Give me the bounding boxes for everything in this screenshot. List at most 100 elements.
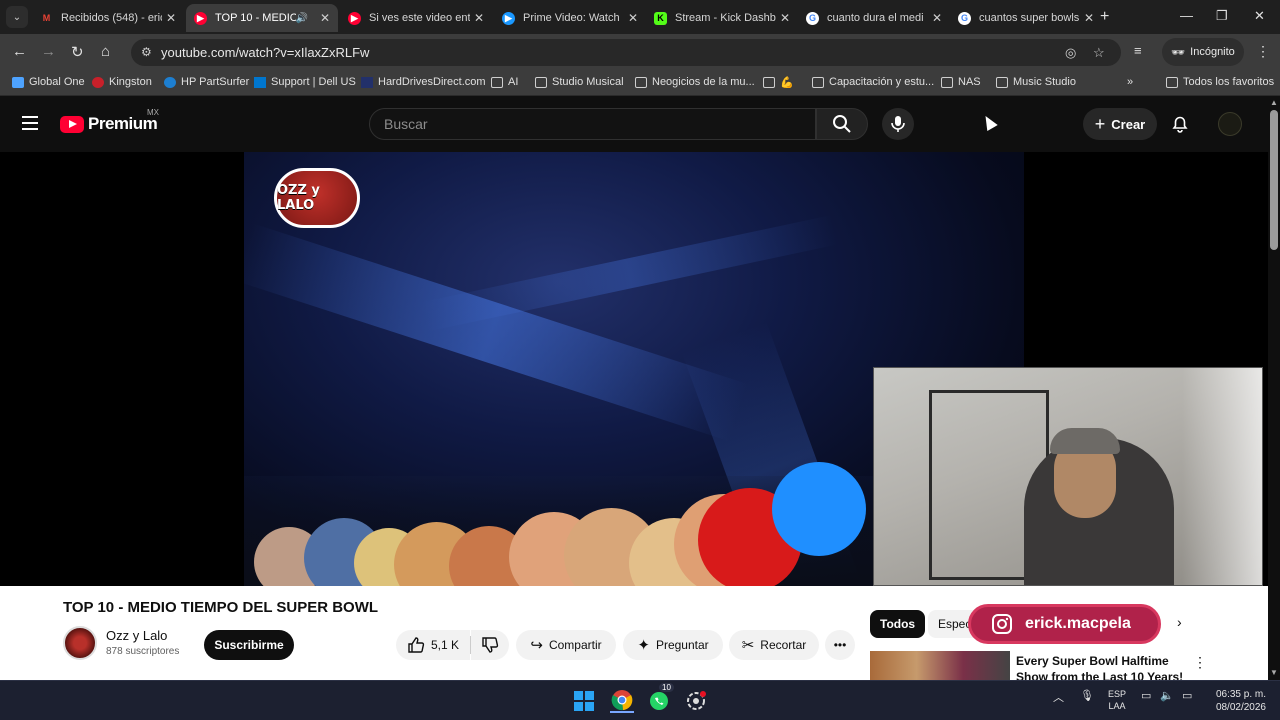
account-avatar[interactable] — [1218, 112, 1242, 136]
restore-button[interactable]: ❐ — [1216, 8, 1228, 24]
dislike-button[interactable] — [471, 630, 509, 660]
google-icon: G — [958, 11, 971, 25]
microphone-tray-icon[interactable]: 🎙 — [1080, 689, 1094, 702]
clip-button[interactable]: ✂ Recortar — [729, 630, 819, 660]
tab-google[interactable]: G cuanto dura el medi ✕ — [798, 4, 950, 32]
bookmark-folder[interactable]: Music Studio — [996, 76, 1076, 88]
forward-button[interactable]: → — [41, 43, 56, 60]
close-icon[interactable]: ✕ — [928, 11, 946, 25]
menu-icon[interactable] — [22, 116, 38, 130]
bookmark-folder[interactable]: Capacitación y estu... — [812, 76, 934, 88]
search-icon — [833, 115, 851, 133]
like-button[interactable]: 5,1 K — [396, 630, 470, 660]
scroll-down-icon[interactable]: ▼ — [1270, 668, 1278, 677]
bookmark-item[interactable]: HardDrivesDirect.com — [361, 76, 486, 88]
share-icon: ↪ — [530, 637, 543, 654]
tab-prime-video[interactable]: ▶ Prime Video: Watch ✕ — [494, 4, 646, 32]
new-tab-button[interactable]: + — [1100, 8, 1109, 26]
battery-icon[interactable]: ▭ — [1182, 689, 1192, 702]
bookmark-folder[interactable]: Studio Musical — [535, 76, 624, 88]
star-icon[interactable]: ☆ — [1093, 45, 1105, 61]
folder-icon — [1166, 76, 1178, 88]
bookmark-item[interactable]: HP PartSurfer — [164, 76, 249, 88]
scissors-icon: ✂ — [741, 637, 755, 654]
tab-search-button[interactable]: ⌄ — [6, 6, 28, 28]
more-vertical-icon[interactable]: ⋮ — [1193, 654, 1207, 671]
whatsapp-taskbar-button[interactable]: 10 — [647, 683, 674, 713]
minimize-button[interactable]: — — [1180, 8, 1193, 23]
speaker-icon[interactable]: 🔊 — [296, 13, 308, 24]
share-button[interactable]: ↪ Compartir — [516, 630, 616, 660]
incognito-indicator[interactable]: 🕶 Incógnito — [1162, 38, 1244, 66]
bookmark-item[interactable]: Support | Dell US — [254, 76, 356, 88]
bookmark-item[interactable]: Global One — [12, 76, 85, 88]
close-icon[interactable]: ✕ — [162, 11, 180, 25]
webcam-overlay — [873, 367, 1263, 586]
video-player[interactable]: OZZ y LALO — [0, 152, 1268, 586]
omnibox[interactable]: ⚙ youtube.com/watch?v=xIlaxZxRLFw ◎ ☆ — [131, 39, 1121, 66]
chevron-right-icon[interactable]: › — [1177, 614, 1182, 630]
bookmark-folder[interactable]: NAS — [941, 76, 981, 88]
site-info-icon[interactable]: ⚙ — [141, 45, 152, 59]
chevron-up-icon[interactable]: ︿ — [1053, 689, 1064, 705]
bookmarks-overflow-icon[interactable]: » — [1127, 76, 1133, 88]
search-input[interactable] — [384, 116, 804, 132]
close-icon[interactable]: ✕ — [624, 11, 642, 25]
prime-video-icon: ▶ — [502, 11, 515, 25]
tab-gmail[interactable]: M Recibidos (548) - eric ✕ — [32, 4, 184, 32]
create-button[interactable]: + Crear — [1083, 108, 1157, 140]
close-icon[interactable]: ✕ — [316, 11, 334, 25]
address-toolbar: ← → ↻ ⌂ ⚙ youtube.com/watch?v=xIlaxZxRLF… — [0, 34, 1280, 70]
start-button[interactable] — [572, 689, 596, 713]
ask-button[interactable]: ✦ Preguntar — [623, 630, 723, 660]
kick-icon: K — [654, 11, 667, 25]
url-text[interactable]: youtube.com/watch?v=xIlaxZxRLFw — [161, 45, 369, 60]
recommended-video-thumbnail[interactable] — [870, 651, 1010, 680]
tab-youtube[interactable]: ▶ Si ves este video ente ✕ — [340, 4, 492, 32]
bookmark-folder[interactable]: Neogicios de la mu... — [635, 76, 755, 88]
voice-search-button[interactable] — [882, 108, 914, 140]
chrome-taskbar-button[interactable] — [610, 689, 634, 713]
youtube-header: Premium MX + Crear — [0, 96, 1268, 152]
close-icon[interactable]: ✕ — [776, 11, 794, 25]
bookmark-folder[interactable]: 💪 — [763, 76, 794, 89]
eye-off-icon[interactable]: ◎ — [1065, 45, 1076, 61]
all-bookmarks-folder[interactable]: Todos los favoritos — [1166, 76, 1274, 88]
subscribe-button[interactable]: Suscribirme — [204, 630, 294, 660]
bookmark-favicon-icon — [361, 76, 373, 88]
network-icon[interactable]: ▭ — [1141, 689, 1151, 702]
youtube-premium-logo[interactable]: Premium MX — [60, 108, 159, 134]
app-taskbar-button[interactable] — [684, 689, 708, 713]
reading-list-icon[interactable]: ≡ — [1134, 43, 1142, 58]
search-button[interactable] — [816, 108, 868, 140]
bookmark-folder[interactable]: AI — [491, 76, 518, 88]
channel-avatar[interactable] — [63, 626, 97, 660]
tab-kick[interactable]: K Stream - Kick Dashb ✕ — [646, 4, 798, 32]
scroll-thumb[interactable] — [1270, 110, 1278, 250]
system-clock[interactable]: 06:35 p. m. 08/02/2026 — [1206, 688, 1266, 714]
close-window-button[interactable]: ✕ — [1254, 8, 1265, 24]
windows-taskbar: 10 ︿ 🎙 ESP LAA ▭ 🔈 ▭ 06:35 p. m. 08/02/2… — [0, 680, 1280, 720]
reload-button[interactable]: ↻ — [71, 43, 84, 61]
back-button[interactable]: ← — [12, 43, 27, 60]
language-indicator[interactable]: ESP LAA — [1108, 688, 1126, 712]
recommended-video-title[interactable]: Every Super Bowl Halftime Show from the … — [1016, 653, 1186, 680]
windows-icon — [574, 691, 594, 711]
bookmark-item[interactable]: Kingston — [92, 76, 152, 88]
gmail-icon: M — [42, 13, 51, 23]
home-button[interactable]: ⌂ — [101, 43, 110, 60]
scroll-up-icon[interactable]: ▲ — [1270, 98, 1278, 107]
notifications-button[interactable] — [1170, 114, 1190, 139]
close-icon[interactable]: ✕ — [470, 11, 488, 25]
page-scrollbar[interactable]: ▲ ▼ — [1268, 96, 1280, 680]
close-icon[interactable]: ✕ — [1080, 11, 1098, 25]
tab-youtube-active[interactable]: ▶ TOP 10 - MEDIO 🔊 ✕ — [186, 4, 338, 32]
more-options-icon[interactable]: ⋮ — [1256, 43, 1270, 60]
chip-all[interactable]: Todos — [870, 610, 926, 638]
volume-icon[interactable]: 🔈 — [1160, 689, 1174, 702]
google-icon: G — [806, 11, 819, 25]
incognito-icon: 🕶 — [1171, 46, 1186, 59]
tab-google[interactable]: G cuantos super bowls ✕ — [950, 4, 1102, 32]
channel-name[interactable]: Ozz y Lalo — [106, 628, 167, 643]
more-actions-button[interactable]: ••• — [825, 630, 855, 660]
